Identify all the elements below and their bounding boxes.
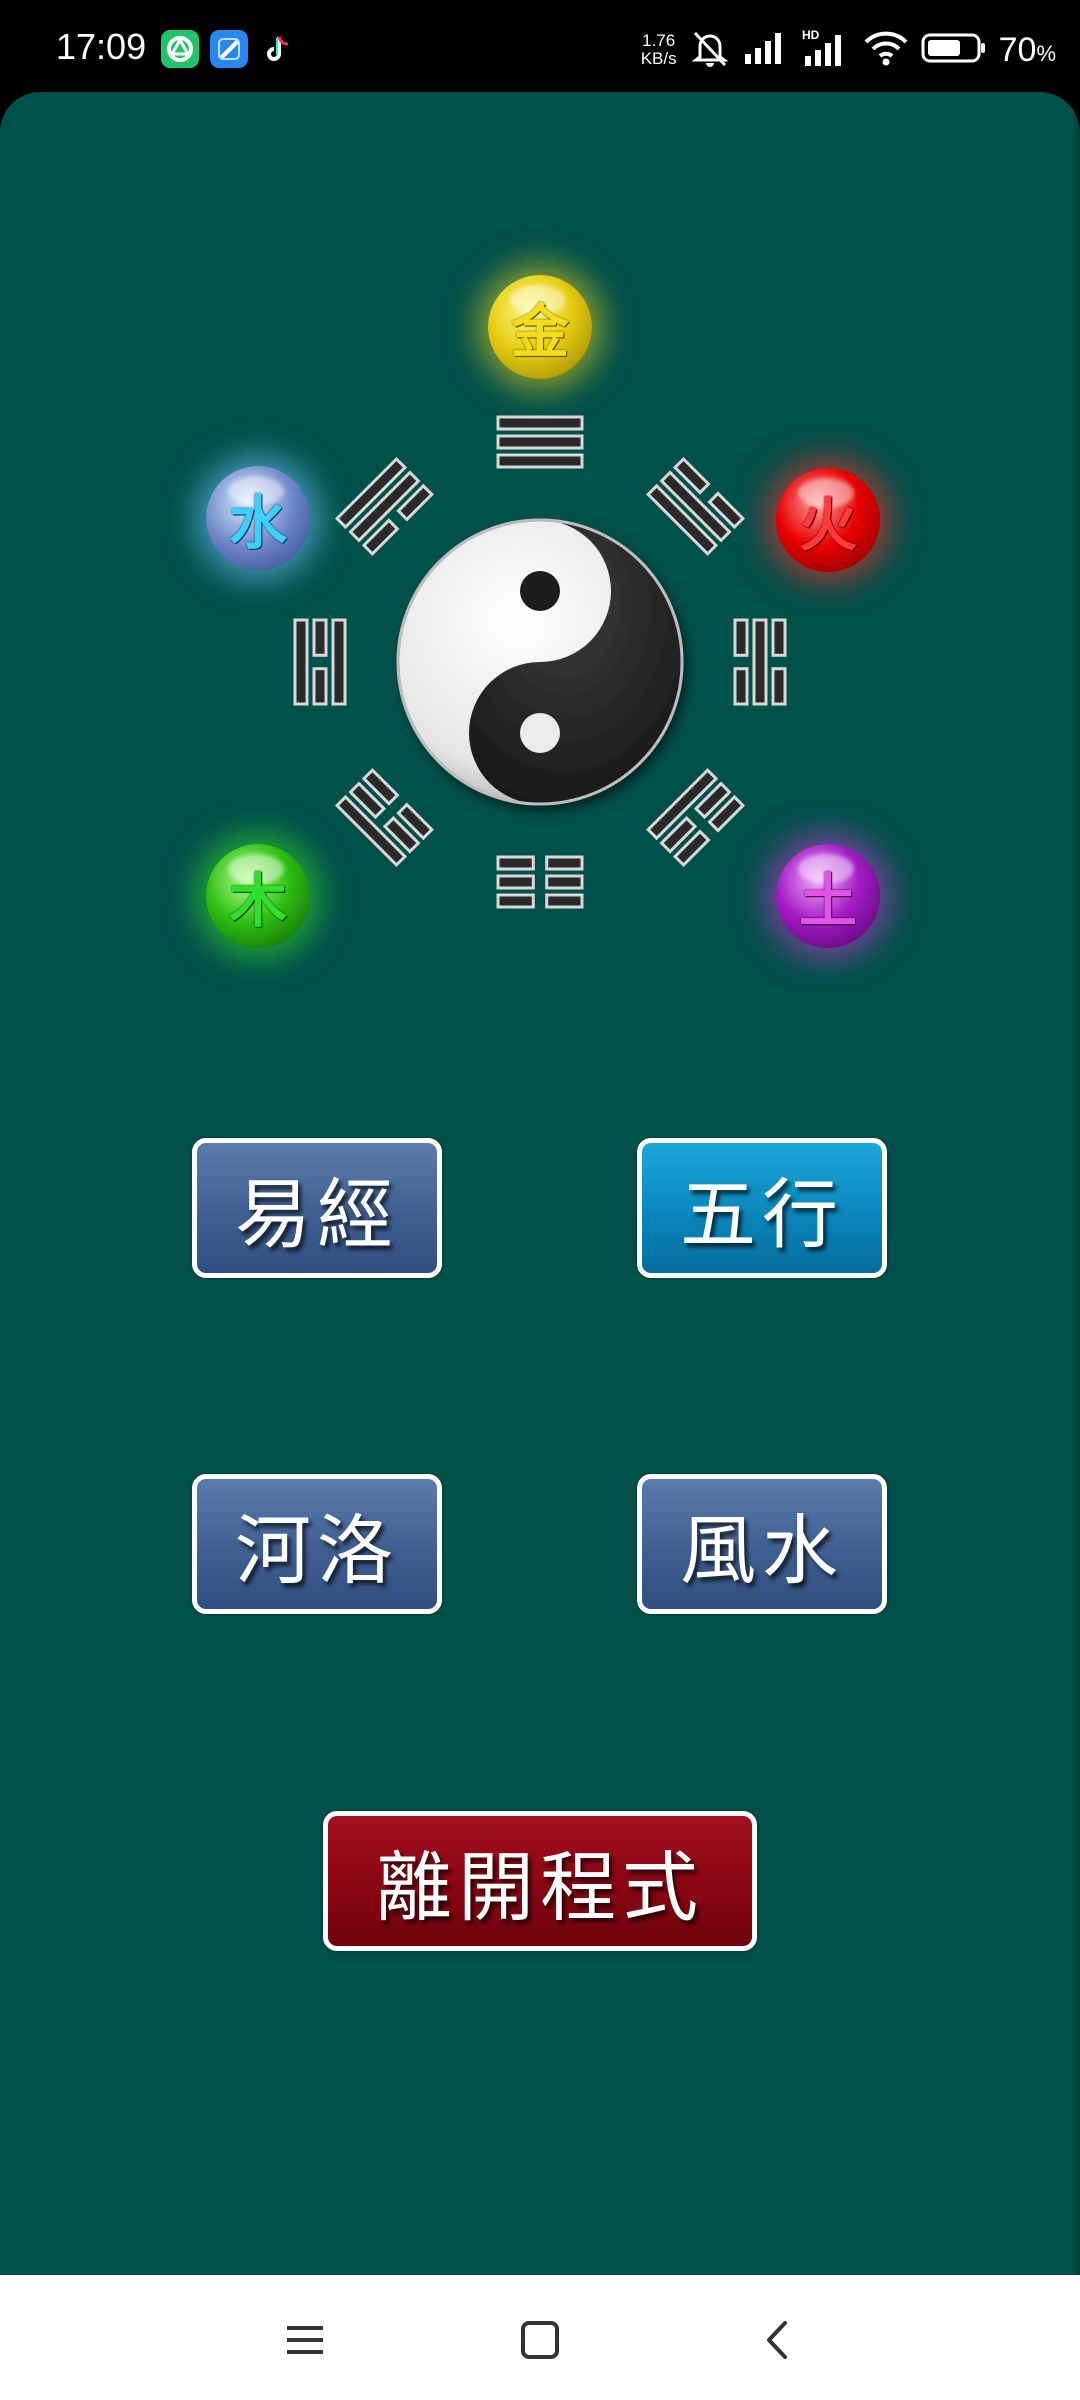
fire-char: 火 — [798, 491, 857, 559]
metal-char: 金 — [510, 298, 569, 366]
battery-percent-value: 70 — [998, 30, 1037, 69]
trigram-line — [496, 874, 535, 890]
main-screen: 金 火 水 木 土 易經 五行 河洛 風水 離開程式 — [0, 92, 1080, 2275]
tiktok-icon — [259, 30, 297, 68]
trigram-line — [545, 855, 584, 871]
trigram-line — [733, 667, 749, 706]
trigram-line — [545, 874, 584, 890]
status-right-group: 1.76 KB/s HD 70% — [641, 22, 1056, 78]
earth-char: 土 — [798, 867, 857, 935]
navigation-bar — [0, 2275, 1080, 2400]
wuxing-button[interactable]: 五行 — [637, 1138, 887, 1278]
trigram-line — [496, 893, 535, 909]
metal-orb-icon: 金 — [488, 275, 592, 379]
water-char: 水 — [228, 489, 287, 557]
trigram-line — [293, 618, 309, 706]
battery-percent: 70% — [998, 30, 1056, 69]
signal-icon — [743, 30, 789, 70]
fire-orb-icon: 火 — [776, 468, 880, 572]
battery-icon — [921, 31, 987, 69]
bagua-svg — [293, 415, 787, 909]
trigram-kan-icon — [733, 618, 787, 706]
yijing-button[interactable]: 易經 — [192, 1138, 442, 1278]
water-orb-icon: 水 — [206, 466, 310, 570]
fengshui-button[interactable]: 風水 — [637, 1474, 887, 1614]
trigram-li-icon — [293, 618, 347, 706]
trigram-xun-icon — [646, 456, 746, 556]
earth-orb-icon: 土 — [776, 844, 880, 948]
wood-orb-icon: 木 — [206, 844, 310, 948]
green-app-icon — [161, 30, 199, 68]
net-speed-unit: KB/s — [640, 49, 677, 68]
trigram-line — [496, 434, 584, 450]
trigram-line — [545, 893, 584, 909]
trigram-line — [496, 453, 584, 469]
menu-icon[interactable] — [270, 2305, 340, 2375]
trigram-line — [733, 618, 749, 657]
status-bar: 17:09 1.76 KB/s HD 70% — [0, 0, 1080, 96]
home-icon[interactable] — [505, 2305, 575, 2375]
wifi-icon — [863, 29, 909, 71]
trigram-zhen-icon — [334, 768, 434, 868]
back-icon[interactable] — [742, 2305, 812, 2375]
svg-text:HD: HD — [802, 28, 820, 42]
trigram-line — [312, 667, 328, 706]
trigram-line — [752, 618, 768, 706]
trigram-line — [771, 618, 787, 657]
trigram-line — [771, 667, 787, 706]
net-speed-value: 1.76 — [642, 31, 676, 50]
trigram-dui-icon — [334, 456, 434, 556]
trigram-line — [331, 618, 347, 706]
mute-bell-icon — [689, 27, 731, 73]
trigram-line — [496, 415, 584, 431]
status-time: 17:09 — [56, 26, 147, 67]
trigram-line — [312, 618, 328, 657]
wood-char: 木 — [228, 867, 287, 935]
trigram-qian-icon — [496, 415, 584, 469]
blue-app-icon — [210, 30, 248, 68]
hd-signal-icon: HD — [801, 28, 851, 72]
network-speed: 1.76 KB/s — [641, 32, 677, 68]
trigram-gen-icon — [646, 768, 746, 868]
exit-button[interactable]: 離開程式 — [323, 1811, 757, 1951]
yin-yang-icon — [396, 518, 684, 806]
bagua-diagram: 金 火 水 木 土 — [0, 92, 1080, 1092]
trigram-line — [496, 855, 535, 871]
heluo-button[interactable]: 河洛 — [192, 1474, 442, 1614]
trigram-kun-icon — [496, 855, 584, 909]
